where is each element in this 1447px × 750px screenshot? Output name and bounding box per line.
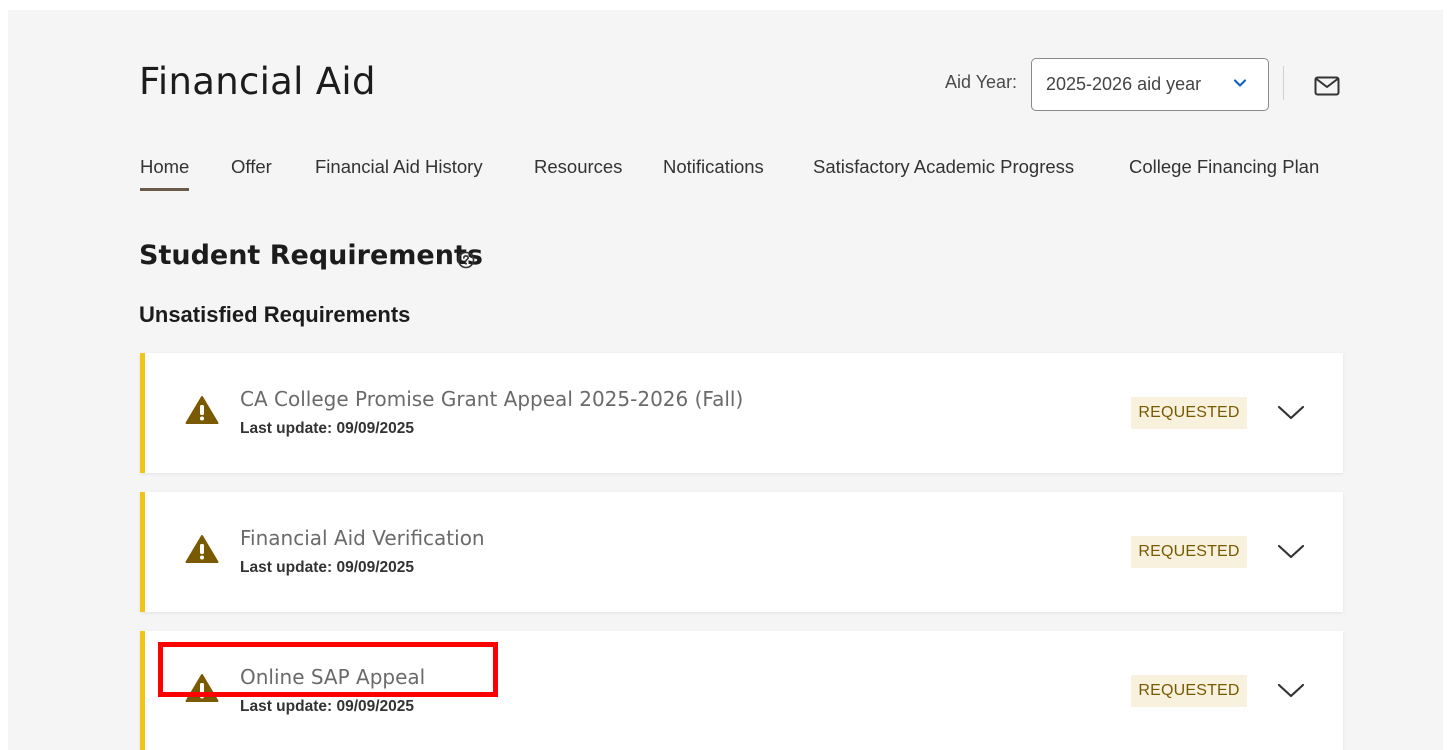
- page-title: Financial Aid: [139, 60, 376, 103]
- chevron-down-icon: [1233, 79, 1247, 87]
- aid-year-label: Aid Year:: [945, 72, 1018, 92]
- chevron-down-icon[interactable]: [1275, 681, 1307, 701]
- chevron-down-icon[interactable]: [1275, 403, 1307, 423]
- nav-college-financing-plan[interactable]: College Financing Plan: [1129, 156, 1319, 178]
- nav-notifications[interactable]: Notifications: [663, 156, 764, 178]
- annotation-highlight-box: [158, 642, 498, 697]
- requirement-last-update: Last update: 09/09/2025: [240, 420, 415, 437]
- nav-satisfactory-academic-progress[interactable]: Satisfactory Academic Progress: [813, 156, 1074, 178]
- requirement-title: Financial Aid Verification: [240, 526, 485, 550]
- header-divider: [1283, 66, 1284, 100]
- status-badge: REQUESTED: [1131, 675, 1247, 707]
- nav-offer[interactable]: Offer: [231, 156, 272, 178]
- chevron-down-icon[interactable]: [1275, 542, 1307, 562]
- nav-financial-aid-history[interactable]: Financial Aid History: [315, 156, 483, 178]
- requirement-card: Financial Aid Verification Last update: …: [140, 492, 1343, 612]
- status-badge: REQUESTED: [1131, 536, 1247, 568]
- requirement-last-update: Last update: 09/09/2025: [240, 559, 415, 576]
- mail-icon: [1314, 76, 1340, 96]
- aid-year-select[interactable]: 2025-2026 aid year: [1031, 58, 1269, 111]
- warning-triangle-icon: [185, 396, 219, 424]
- requirement-card: CA College Promise Grant Appeal 2025-202…: [140, 353, 1343, 473]
- aid-year-value: 2025-2026 aid year: [1046, 74, 1202, 94]
- requirement-last-update: Last update: 09/09/2025: [240, 698, 415, 715]
- requirement-title: CA College Promise Grant Appeal 2025-202…: [240, 387, 744, 411]
- messages-button[interactable]: [1310, 72, 1344, 100]
- nav-resources[interactable]: Resources: [534, 156, 622, 178]
- help-circle-icon[interactable]: [456, 250, 476, 270]
- warning-triangle-icon: [185, 535, 219, 563]
- nav-home[interactable]: Home: [140, 156, 190, 191]
- status-badge: REQUESTED: [1131, 397, 1247, 429]
- section-title: Student Requirements: [139, 240, 483, 271]
- subsection-title: Unsatisfied Requirements: [139, 302, 411, 327]
